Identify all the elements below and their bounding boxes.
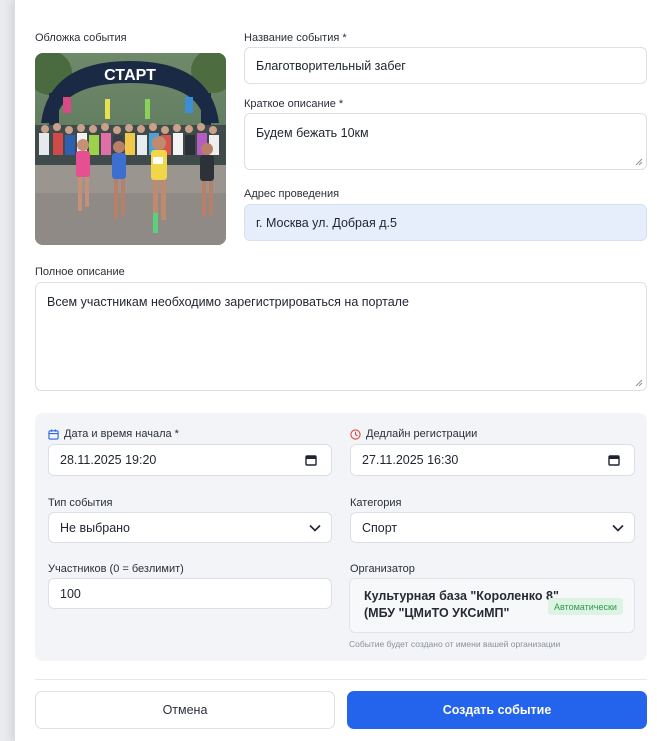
category-label: Категория bbox=[350, 497, 402, 509]
start-datetime-value: 28.11.2025 19:20 bbox=[60, 453, 157, 467]
event-type-value: Не выбрано bbox=[60, 520, 130, 535]
full-description-label: Полное описание bbox=[35, 266, 125, 278]
resize-handle-icon[interactable] bbox=[635, 379, 643, 387]
start-datetime-input[interactable]: 28.11.2025 19:20 bbox=[48, 444, 332, 476]
category-select[interactable]: Спорт bbox=[350, 512, 635, 543]
category-value: Спорт bbox=[362, 520, 398, 535]
address-label: Адрес проведения bbox=[244, 188, 340, 200]
resize-handle-icon[interactable] bbox=[635, 158, 643, 166]
organizer-name-line1: Культурная база "Короленко 8" bbox=[364, 589, 559, 603]
full-description-value: Всем участникам необходимо зарегистриров… bbox=[47, 295, 409, 309]
event-title-value: Благотворительный забег bbox=[256, 58, 406, 73]
cover-label: Обложка события bbox=[35, 32, 127, 44]
calendar-picker-icon[interactable] bbox=[608, 454, 620, 466]
event-type-select[interactable]: Не выбрано bbox=[48, 512, 332, 543]
cover-start-text: СТАРТ bbox=[104, 67, 156, 84]
address-value: г. Москва ул. Добрая д.5 bbox=[256, 215, 397, 230]
participants-value: 100 bbox=[60, 586, 81, 601]
short-description-value: Будем бежать 10км bbox=[256, 126, 369, 140]
create-event-button[interactable]: Создать событие bbox=[347, 691, 647, 729]
clock-icon bbox=[350, 428, 361, 440]
cover-photo: СТАРТ bbox=[35, 53, 226, 245]
chevron-down-icon bbox=[309, 524, 321, 532]
auto-badge: Автоматически bbox=[548, 598, 623, 615]
calendar-icon bbox=[48, 428, 59, 440]
event-title-input[interactable]: Благотворительный забег bbox=[244, 47, 647, 84]
address-input[interactable]: г. Москва ул. Добрая д.5 bbox=[244, 204, 647, 241]
start-datetime-label-row: Дата и время начала * bbox=[48, 428, 179, 440]
organizer-name: Культурная база "Короленко 8" (МБУ "ЦМиТ… bbox=[364, 588, 559, 622]
organizer-hint: Событие будет создано от имени вашей орг… bbox=[349, 639, 561, 649]
divider bbox=[35, 679, 647, 680]
deadline-input[interactable]: 27.11.2025 16:30 bbox=[350, 444, 635, 476]
deadline-label: Дедлайн регистрации bbox=[366, 428, 478, 440]
cover-image[interactable]: СТАРТ bbox=[35, 53, 226, 245]
organizer-box: Культурная база "Короленко 8" (МБУ "ЦМиТ… bbox=[349, 578, 635, 633]
short-description-textarea[interactable]: Будем бежать 10км bbox=[244, 113, 647, 170]
short-description-label: Краткое описание * bbox=[244, 98, 344, 110]
event-form-card: Обложка события СТАРТ Название события *… bbox=[14, 0, 657, 741]
event-type-label: Тип события bbox=[48, 497, 113, 509]
deadline-value: 27.11.2025 16:30 bbox=[362, 453, 459, 467]
event-settings-panel: Дата и время начала * 28.11.2025 19:20 Д… bbox=[35, 413, 647, 661]
full-description-textarea[interactable]: Всем участникам необходимо зарегистриров… bbox=[35, 282, 647, 391]
participants-label: Участников (0 = безлимит) bbox=[48, 563, 184, 575]
organizer-name-line2: (МБУ "ЦМиТО УКСиМП" bbox=[364, 606, 510, 620]
event-title-label: Название события * bbox=[244, 32, 347, 44]
deadline-label-row: Дедлайн регистрации bbox=[350, 428, 477, 440]
cancel-button[interactable]: Отмена bbox=[35, 691, 335, 729]
participants-input[interactable]: 100 bbox=[48, 578, 332, 609]
start-datetime-label: Дата и время начала * bbox=[64, 428, 179, 440]
chevron-down-icon bbox=[612, 524, 624, 532]
organizer-label: Организатор bbox=[350, 563, 415, 575]
calendar-picker-icon[interactable] bbox=[305, 454, 317, 466]
